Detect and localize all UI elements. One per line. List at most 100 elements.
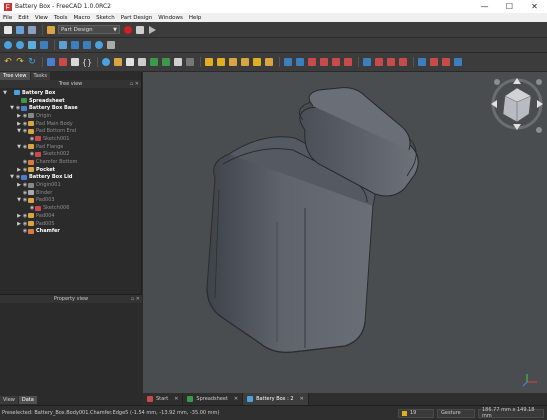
subtractive-primitive-button[interactable] <box>343 57 353 67</box>
tree-row[interactable]: ◉ Chamfer Bottom <box>0 158 141 166</box>
tree-row[interactable]: ▼ ◉ Pad003 <box>0 197 141 205</box>
mirror-button[interactable] <box>362 57 372 67</box>
create-sketch-button[interactable] <box>58 57 68 67</box>
tab-tree-view[interactable]: Tree view <box>0 72 30 80</box>
maximize-button[interactable]: ☐ <box>497 0 522 13</box>
3d-viewport[interactable] <box>143 72 547 393</box>
nav-rotate-icon[interactable] <box>494 79 500 85</box>
tree-row[interactable]: ▶ ◉ Origin001 <box>0 181 141 189</box>
minimize-button[interactable]: — <box>472 0 497 13</box>
tree-row[interactable]: ▶ ◉ Pocket <box>0 166 141 174</box>
navigation-style-selector[interactable]: Gesture <box>437 408 475 418</box>
expanded-arrow-icon[interactable]: ▼ <box>2 90 8 96</box>
create-body-button[interactable] <box>46 57 56 67</box>
front-view-button[interactable] <box>70 40 80 50</box>
revolution-button[interactable] <box>216 57 226 67</box>
subtractive-loft-button[interactable] <box>319 57 329 67</box>
close-tab-icon[interactable]: ✕ <box>174 396 178 402</box>
tree-row[interactable]: ◉ Sketch001 <box>0 135 141 143</box>
panel-controls[interactable]: ▫ ✕ <box>131 295 140 303</box>
menu-part-design[interactable]: Part Design <box>121 15 153 21</box>
thickness-button[interactable] <box>453 57 463 67</box>
nav-rotate-icon[interactable] <box>536 79 542 85</box>
tree-row[interactable]: ▶ ◉ Pad005 <box>0 220 141 228</box>
menu-tools[interactable]: Tools <box>54 15 68 21</box>
tree-row[interactable]: ◉ Sketch006 <box>0 204 141 212</box>
menu-sketch[interactable]: Sketch <box>96 15 115 21</box>
hole-button[interactable] <box>295 57 305 67</box>
save-document-button[interactable] <box>27 25 37 35</box>
tree-row[interactable]: ▶ ◉ Origin <box>0 112 141 120</box>
tab-data[interactable]: Data <box>18 396 37 404</box>
measure-button[interactable] <box>94 40 104 50</box>
helix-button[interactable] <box>264 57 274 67</box>
shape-binder-button[interactable] <box>137 57 147 67</box>
polar-pattern-button[interactable] <box>386 57 396 67</box>
document-tab[interactable]: Spreadsheet ✕ <box>183 393 244 405</box>
chamfer-button[interactable] <box>429 57 439 67</box>
sub-shape-binder-button[interactable] <box>149 57 159 67</box>
menu-macro[interactable]: Macro <box>74 15 91 21</box>
macro-edit-button[interactable] <box>135 25 145 35</box>
loft-button[interactable] <box>228 57 238 67</box>
navigation-cube[interactable] <box>487 74 547 136</box>
close-tab-icon[interactable]: ✕ <box>234 396 238 402</box>
local-cs-button[interactable] <box>173 57 183 67</box>
pocket-button[interactable] <box>283 57 293 67</box>
menu-edit[interactable]: Edit <box>18 15 29 21</box>
pad-button[interactable] <box>204 57 214 67</box>
clone-button[interactable] <box>161 57 171 67</box>
primitive-button[interactable] <box>185 57 195 67</box>
new-document-button[interactable] <box>3 25 13 35</box>
subtractive-pipe-button[interactable] <box>331 57 341 67</box>
selection-filter-box[interactable]: 19 <box>398 408 434 418</box>
menu-windows[interactable]: Windows <box>158 15 183 21</box>
braces-button[interactable]: {} <box>82 57 92 67</box>
tree-row[interactable]: ◉ Sketch002 <box>0 151 141 159</box>
multi-transform-button[interactable] <box>398 57 408 67</box>
tree-row[interactable]: ▼ ◉ Battery Box Lid <box>0 174 141 182</box>
groove-button[interactable] <box>307 57 317 67</box>
tree-row[interactable]: ▶ ◉ Pad004 <box>0 212 141 220</box>
close-tab-icon[interactable]: ✕ <box>300 396 304 402</box>
tree-row[interactable]: ▼ ◉ Pad Flange <box>0 143 141 151</box>
menu-help[interactable]: Help <box>189 15 202 21</box>
close-button[interactable]: ✕ <box>522 0 547 13</box>
macro-run-button[interactable] <box>147 25 157 35</box>
bounding-box-button[interactable] <box>39 40 49 50</box>
draw-style-button[interactable] <box>27 40 37 50</box>
draft-button[interactable] <box>441 57 451 67</box>
pipe-button[interactable] <box>240 57 250 67</box>
tab-tasks[interactable]: Tasks <box>30 72 50 80</box>
tree-row[interactable]: Spreadsheet <box>0 97 141 105</box>
refresh-button[interactable]: ↻ <box>27 57 37 67</box>
tree-row[interactable]: ▼ ◉ Pad Bottom End <box>0 127 141 135</box>
undo-button[interactable]: ↶ <box>3 57 13 67</box>
macro-record-button[interactable] <box>123 25 133 35</box>
additive-primitive-button[interactable] <box>252 57 262 67</box>
tree-row[interactable]: ◉ Binder <box>0 189 141 197</box>
tree-row[interactable]: ▼ Battery Box <box>0 89 141 97</box>
menu-file[interactable]: File <box>3 15 12 21</box>
fillet-button[interactable] <box>417 57 427 67</box>
open-document-button[interactable] <box>15 25 25 35</box>
document-tab[interactable]: Start ✕ <box>143 393 184 405</box>
linear-pattern-button[interactable] <box>374 57 384 67</box>
workbench-selector[interactable]: Part Design ▼ <box>58 25 120 34</box>
tree-row[interactable]: ▼ ◉ Battery Box Base <box>0 104 141 112</box>
datum-plane-button[interactable] <box>125 57 135 67</box>
part-link-button[interactable] <box>106 40 116 50</box>
isometric-view-button[interactable] <box>58 40 68 50</box>
fit-all-button[interactable] <box>3 40 13 50</box>
datum-point-button[interactable] <box>101 57 111 67</box>
nav-menu-icon[interactable] <box>536 127 542 133</box>
menu-view[interactable]: View <box>35 15 48 21</box>
panel-controls[interactable]: ▫ ✕ <box>130 80 139 88</box>
tree-row[interactable]: ▶ ◉ Pad Main Body <box>0 120 141 128</box>
tab-view[interactable]: View <box>0 396 18 404</box>
fit-selection-button[interactable] <box>15 40 25 50</box>
validate-sketch-button[interactable] <box>70 57 80 67</box>
tree-row[interactable]: ◉ Chamfer <box>0 227 141 235</box>
redo-button[interactable]: ↷ <box>15 57 25 67</box>
document-tab[interactable]: Battery Box : 2 ✕ <box>243 393 309 405</box>
